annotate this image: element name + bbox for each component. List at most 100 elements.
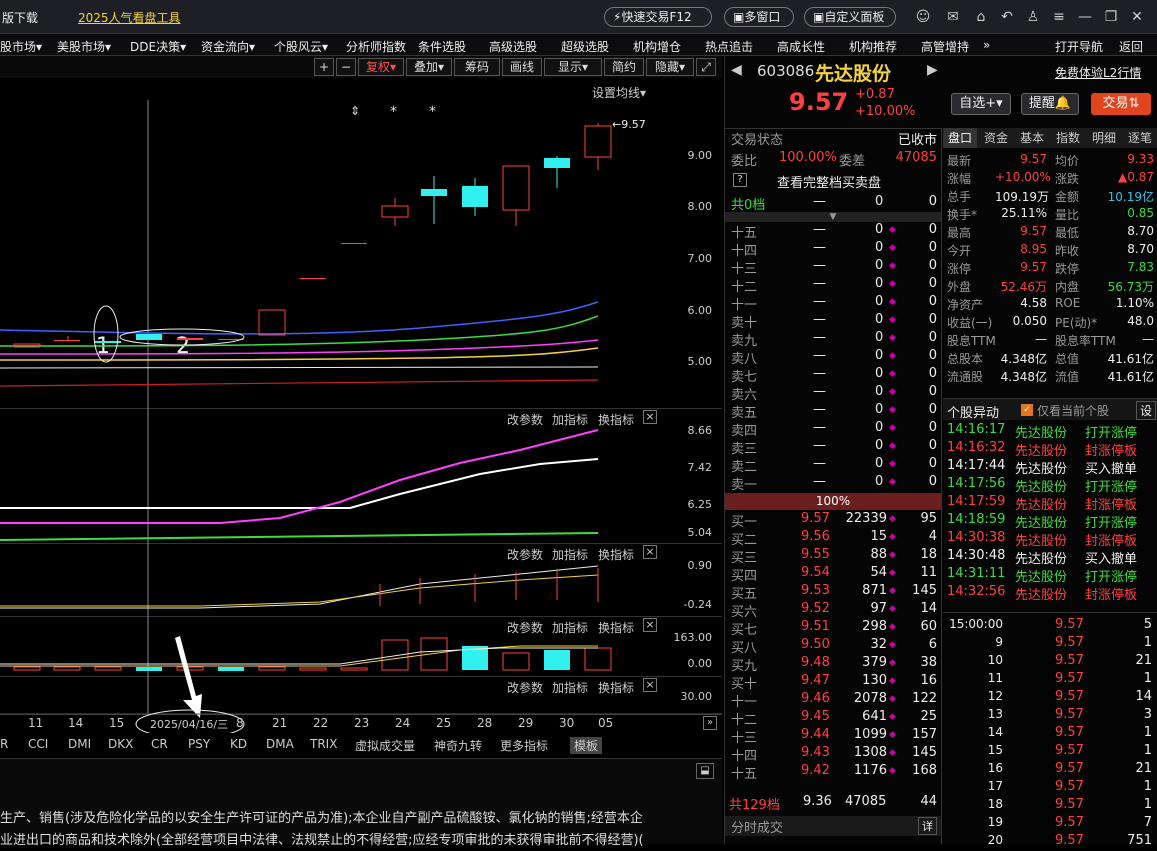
bid-row[interactable]: 买八 9.50 32 ◆ 6: [725, 637, 941, 656]
view-full-depth-row[interactable]: ? 查看完整档买卖盘: [725, 172, 941, 191]
home-icon[interactable]: ⌂: [972, 8, 990, 26]
menu-item[interactable]: 高成长性: [777, 38, 825, 55]
menu-item[interactable]: 个股风云▾: [274, 38, 328, 55]
minimize-icon[interactable]: —: [1076, 8, 1094, 26]
ask-row[interactable]: 卖一 — 0 ◆ 0: [725, 474, 941, 493]
tab-indicator[interactable]: DMA: [266, 737, 294, 751]
tab-indicator[interactable]: DKX: [108, 737, 133, 751]
ask-row[interactable]: 卖五 — 0 ◆ 0: [725, 402, 941, 421]
kline-chart-area[interactable]: 设置均线▾ 9.00 8.00 7.00 6.00 5.00 ←9.57 1 2…: [0, 78, 722, 733]
hide-button[interactable]: 隐藏▾: [646, 58, 694, 76]
restore-icon[interactable]: ❐: [1102, 8, 1120, 26]
zoom-in-button[interactable]: +: [314, 58, 334, 76]
ask-row[interactable]: 卖三 — 0 ◆ 0: [725, 438, 941, 457]
menu-back[interactable]: 返回: [1119, 38, 1143, 55]
tab-index[interactable]: 指数: [1051, 128, 1085, 148]
ask-row[interactable]: 卖七 — 0 ◆ 0: [725, 366, 941, 385]
menu-item[interactable]: 资金流向▾: [201, 38, 255, 55]
l2-trial-link[interactable]: 免费体验L2行情: [1055, 64, 1141, 81]
tab-indicator[interactable]: KD: [230, 737, 247, 751]
tab-funds[interactable]: 资金: [979, 128, 1013, 148]
menu-item[interactable]: DDE决策▾: [130, 38, 186, 55]
scroll-right-icon[interactable]: »: [703, 716, 717, 730]
ask-row[interactable]: 十二 — 0 ◆ 0: [725, 276, 941, 295]
draw-line-button[interactable]: 画线: [502, 58, 542, 76]
menu-item[interactable]: 分析师指数: [346, 38, 406, 55]
event-row[interactable]: 14:17:56 先达股份 打开涨停: [943, 476, 1157, 495]
menu-item[interactable]: 高级选股: [489, 38, 537, 55]
menu-item[interactable]: 高管增持: [921, 38, 969, 55]
multi-window-button[interactable]: ▣多窗口: [724, 7, 794, 27]
ask-row[interactable]: 卖十 — 0 ◆ 0: [725, 312, 941, 331]
mail-icon[interactable]: ✉: [944, 8, 962, 26]
ask-row[interactable]: 卖二 — 0 ◆ 0: [725, 456, 941, 475]
undo-icon[interactable]: ↶: [998, 8, 1016, 26]
bid-row[interactable]: 买九 9.48 379 ◆ 38: [725, 655, 941, 674]
tab-indicator[interactable]: 虚拟成交量: [355, 737, 415, 754]
events-settings-button[interactable]: 设: [1135, 401, 1156, 420]
close-icon[interactable]: ✕: [1128, 8, 1146, 26]
bid-row[interactable]: 买五 9.53 871 ◆ 145: [725, 583, 941, 602]
ask-row[interactable]: 十三 — 0 ◆ 0: [725, 258, 941, 277]
ask-row[interactable]: 十一 — 0 ◆ 0: [725, 294, 941, 313]
event-row[interactable]: 14:30:48 先达股份 买入撤单: [943, 548, 1157, 567]
tab-tick[interactable]: 逐笔: [1123, 128, 1157, 148]
bid-row[interactable]: 十二 9.45 641 ◆ 25: [725, 709, 941, 728]
bid-row[interactable]: 买二 9.56 15 ◆ 4: [725, 529, 941, 548]
tab-indicator[interactable]: 更多指标: [500, 737, 548, 754]
ask-row[interactable]: 十四 — 0 ◆ 0: [725, 240, 941, 259]
next-stock-icon[interactable]: ▶: [927, 62, 938, 78]
ask-row[interactable]: 卖九 — 0 ◆ 0: [725, 330, 941, 349]
event-row[interactable]: 14:18:59 先达股份 打开涨停: [943, 512, 1157, 531]
collapse-icon[interactable]: ⬓: [696, 763, 714, 779]
menu-icon[interactable]: ≡: [1050, 8, 1068, 26]
overlay-button[interactable]: 叠加▾: [406, 58, 452, 76]
bid-row[interactable]: 买七 9.51 298 ◆ 60: [725, 619, 941, 638]
tab-basic[interactable]: 基本: [1015, 128, 1049, 148]
bid-row[interactable]: 十三 9.44 1099 ◆ 157: [725, 727, 941, 746]
tab-indicator[interactable]: PSY: [188, 737, 210, 751]
detail-button[interactable]: 详: [918, 817, 937, 835]
chips-button[interactable]: 筹码: [454, 58, 500, 76]
expand-asks-icon[interactable]: ▼: [725, 212, 941, 222]
menu-item[interactable]: 美股市场▾: [57, 38, 111, 55]
bid-row[interactable]: 买四 9.54 54 ◆ 11: [725, 565, 941, 584]
fuquan-button[interactable]: 复权▾: [358, 58, 404, 76]
event-row[interactable]: 14:31:11 先达股份 打开涨停: [943, 566, 1157, 585]
bid-row[interactable]: 买十 9.47 130 ◆ 16: [725, 673, 941, 692]
tab-indicator[interactable]: CR: [151, 737, 168, 751]
event-row[interactable]: 14:16:32 先达股份 封涨停板: [943, 440, 1157, 459]
menu-item[interactable]: 条件选股: [418, 38, 466, 55]
promo-link[interactable]: 2025人气看盘工具: [78, 9, 181, 26]
bid-row[interactable]: 十五 9.42 1176 ◆ 168: [725, 763, 941, 782]
menu-item[interactable]: 机构增仓: [633, 38, 681, 55]
quick-trade-button[interactable]: ⚡快速交易F12: [604, 7, 712, 27]
prev-stock-icon[interactable]: ◀: [731, 62, 742, 78]
user-icon[interactable]: ☺: [914, 8, 932, 26]
bid-row[interactable]: 十一 9.46 2078 ◆ 122: [725, 691, 941, 710]
ask-row[interactable]: 十五 — 0 ◆ 0: [725, 222, 941, 241]
tab-indicator[interactable]: TRIX: [310, 737, 337, 751]
tab-detail[interactable]: 明细: [1087, 128, 1121, 148]
menu-item[interactable]: 机构推荐: [849, 38, 897, 55]
bid-row[interactable]: 买一 9.57 22339 ◆ 95: [725, 511, 941, 530]
add-watchlist-button[interactable]: 自选+▾: [951, 93, 1011, 115]
ask-row[interactable]: 卖六 — 0 ◆ 0: [725, 384, 941, 403]
tab-indicator[interactable]: DMI: [68, 737, 91, 751]
event-row[interactable]: 14:17:59 先达股份 封涨停板: [943, 494, 1157, 513]
tab-indicator[interactable]: 神奇九转: [434, 737, 482, 754]
tab-template[interactable]: 模板: [570, 737, 603, 754]
tab-indicator[interactable]: R: [0, 737, 8, 751]
tab-indicator[interactable]: CCI: [28, 737, 48, 751]
fullscreen-icon[interactable]: ⤢: [696, 58, 716, 76]
help-icon[interactable]: ?: [733, 173, 747, 187]
trade-button[interactable]: 交易⇅: [1091, 93, 1151, 115]
custom-panel-button[interactable]: ▣自定义面板: [804, 7, 896, 27]
menu-item[interactable]: 热点追击: [705, 38, 753, 55]
event-row[interactable]: 14:30:38 先达股份 封涨停板: [943, 530, 1157, 549]
checkbox-current-only[interactable]: ✓: [1021, 404, 1033, 416]
bid-row[interactable]: 买六 9.52 97 ◆ 14: [725, 601, 941, 620]
zoom-out-button[interactable]: −: [336, 58, 356, 76]
shirt-icon[interactable]: ♙: [1024, 8, 1042, 26]
menu-item[interactable]: 股市场▾: [0, 38, 42, 55]
